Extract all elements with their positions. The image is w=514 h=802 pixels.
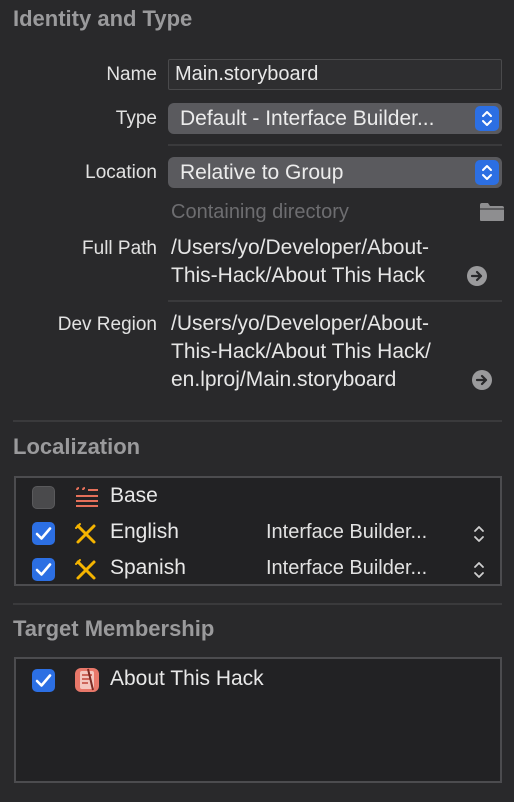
localization-row-english[interactable]: English Interface Builder... — [16, 516, 500, 552]
dev-region-label: Dev Region — [57, 314, 157, 335]
divider — [168, 144, 502, 146]
english-label: English — [110, 520, 179, 543]
location-label: Location — [85, 162, 157, 183]
full-path-line-2: This-Hack/About This Hack — [171, 264, 426, 287]
popup-stepper-icon — [475, 106, 499, 131]
localization-row-spanish[interactable]: Spanish Interface Builder... — [16, 552, 500, 588]
full-path-label: Full Path — [82, 238, 157, 259]
chevron-up-down-icon[interactable] — [472, 560, 486, 585]
interface-builder-icon — [74, 522, 98, 546]
english-checkbox[interactable] — [32, 522, 55, 545]
app-target-icon — [74, 666, 100, 694]
type-popup-value: Default - Interface Builder... — [180, 107, 435, 130]
spanish-file-type-value[interactable]: Interface Builder... — [266, 557, 427, 580]
about-this-hack-label: About This Hack — [110, 667, 264, 690]
type-popup[interactable]: Default - Interface Builder... — [168, 103, 502, 134]
containing-directory-text: Containing directory — [171, 201, 349, 223]
folder-icon[interactable] — [479, 202, 505, 222]
location-popup[interactable]: Relative to Group — [168, 157, 502, 188]
name-label: Name — [106, 64, 157, 85]
interface-builder-icon — [74, 558, 98, 582]
base-localization-icon — [74, 486, 98, 510]
type-label: Type — [115, 108, 157, 129]
base-label: Base — [110, 484, 158, 507]
target-row-about-this-hack[interactable]: About This Hack — [16, 663, 500, 699]
dev-region-line-2: This-Hack/About This Hack/ — [171, 340, 431, 363]
name-field[interactable]: Main.storyboard — [168, 59, 502, 90]
section-divider — [13, 603, 502, 605]
localization-section-title: Localization — [13, 434, 141, 459]
reveal-dev-region-arrow-icon[interactable] — [472, 370, 492, 390]
spanish-checkbox[interactable] — [32, 558, 55, 581]
dev-region-line-3: en.lproj/Main.storyboard — [171, 368, 397, 391]
target-membership-list: About This Hack — [14, 657, 502, 783]
divider — [168, 300, 502, 302]
location-popup-value: Relative to Group — [180, 161, 344, 184]
localization-list: Base English Interface Builder... Spanis… — [14, 476, 502, 586]
about-this-hack-checkbox[interactable] — [32, 669, 55, 692]
base-checkbox[interactable] — [32, 486, 55, 509]
section-divider — [13, 420, 502, 422]
spanish-label: Spanish — [110, 556, 186, 579]
identity-type-section-title: Identity and Type — [13, 6, 193, 31]
chevron-up-down-icon[interactable] — [472, 524, 486, 549]
full-path-line-1: /Users/yo/Developer/About- — [171, 236, 429, 259]
english-file-type-value[interactable]: Interface Builder... — [266, 521, 427, 544]
target-membership-section-title: Target Membership — [13, 616, 215, 641]
popup-stepper-icon — [475, 160, 499, 185]
dev-region-line-1: /Users/yo/Developer/About- — [171, 312, 429, 335]
localization-row-base[interactable]: Base — [16, 480, 500, 516]
reveal-in-finder-arrow-icon[interactable] — [467, 266, 487, 286]
